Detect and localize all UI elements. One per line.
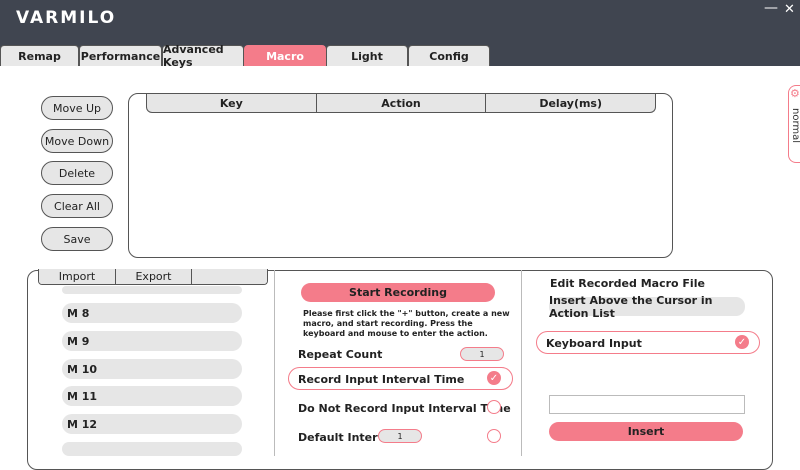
minimize-button[interactable]: —: [764, 0, 778, 16]
tab-performance[interactable]: Performance: [79, 45, 162, 66]
macro-item-m8[interactable]: M 8: [62, 303, 242, 323]
macro-item-m10[interactable]: M 10: [62, 359, 242, 379]
export-button[interactable]: Export: [116, 269, 192, 284]
keyboard-input-label: Keyboard Input: [546, 337, 642, 350]
check-icon[interactable]: ✓: [735, 335, 749, 349]
divider: [521, 270, 522, 456]
insert-button[interactable]: Insert: [549, 422, 743, 441]
insert-above-button[interactable]: Insert Above the Cursor in Action List: [549, 294, 745, 320]
main-tabs: Remap Performance Advanced Keys Macro Li…: [0, 43, 490, 69]
close-button[interactable]: ✕: [784, 2, 795, 17]
import-export-bar: Import Export: [38, 269, 268, 285]
list-item[interactable]: [62, 442, 242, 456]
column-delay: Delay(ms): [539, 96, 603, 110]
move-down-button[interactable]: Move Down: [41, 129, 113, 153]
no-record-interval-label: Do Not Record Input Interval Time: [298, 402, 511, 415]
repeat-count-label: Repeat Count: [298, 348, 383, 361]
recording-hint: Please first click the "+" button, creat…: [303, 309, 510, 338]
move-up-button[interactable]: Move Up: [41, 96, 113, 120]
divider: [274, 270, 275, 456]
mode-label: normal: [790, 108, 800, 144]
default-interval-input[interactable]: 1: [378, 429, 422, 443]
default-interval-radio[interactable]: [487, 429, 501, 443]
macro-item-m11[interactable]: M 11: [62, 386, 242, 406]
tab-macro[interactable]: Macro: [244, 45, 326, 66]
import-button[interactable]: Import: [39, 269, 116, 284]
start-recording-button[interactable]: Start Recording: [301, 283, 495, 302]
varmilo-logo: VARMILO: [16, 8, 117, 28]
column-action: Action: [317, 94, 487, 112]
gear-icon[interactable]: ⚙: [790, 87, 800, 100]
tab-light[interactable]: Light: [326, 45, 408, 66]
no-record-interval-radio[interactable]: [487, 400, 501, 414]
tab-config[interactable]: Config: [408, 45, 490, 66]
action-list-table[interactable]: Key Action Delay(ms): [128, 93, 673, 258]
save-button[interactable]: Save: [41, 227, 113, 251]
action-table-header: Key Action Delay(ms): [146, 94, 656, 113]
add-macro-button[interactable]: [192, 269, 267, 284]
macro-item-m12[interactable]: M 12: [62, 414, 242, 434]
check-icon[interactable]: ✓: [487, 371, 501, 385]
tab-remap[interactable]: Remap: [0, 45, 79, 66]
list-item[interactable]: [62, 286, 242, 294]
clear-all-button[interactable]: Clear All: [41, 194, 113, 218]
insert-value-input[interactable]: [549, 395, 745, 414]
edit-macro-title: Edit Recorded Macro File: [550, 277, 705, 290]
record-interval-label: Record Input Interval Time: [298, 373, 465, 386]
delete-button[interactable]: Delete: [41, 161, 113, 185]
macro-item-m9[interactable]: M 9: [62, 331, 242, 351]
tab-advanced-keys[interactable]: Advanced Keys: [162, 43, 244, 69]
repeat-count-input[interactable]: 1: [460, 347, 504, 361]
column-key: Key: [147, 94, 317, 112]
